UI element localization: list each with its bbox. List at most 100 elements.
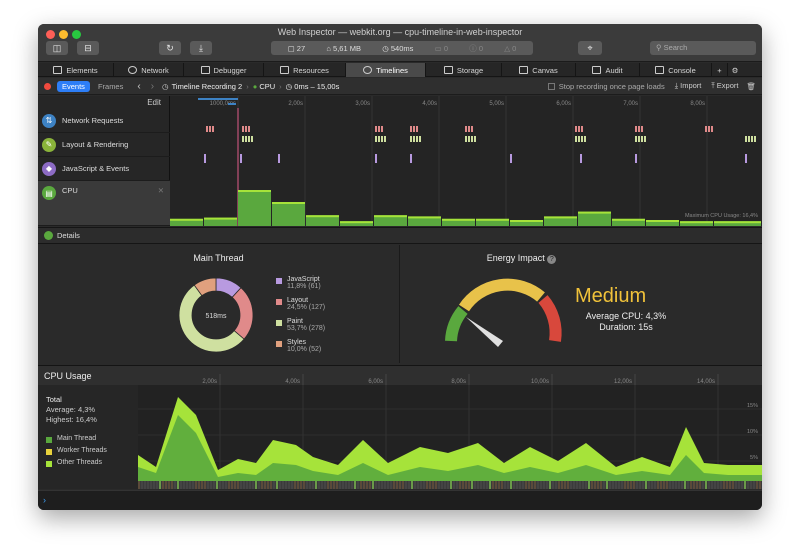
event-stripe-mark: [573, 481, 575, 489]
event-stripe-mark: [216, 481, 218, 489]
tab-resources[interactable]: Resources: [264, 63, 346, 77]
tab-elements[interactable]: Elements: [38, 63, 114, 77]
console-prompt[interactable]: ›: [38, 490, 762, 510]
energy-title: Energy Impact ?: [341, 253, 702, 264]
event-stripe-mark: [693, 481, 695, 489]
energy-duration: Duration: 15s: [571, 322, 681, 332]
stop-recording-checkbox[interactable]: [548, 83, 555, 90]
tab-timelines[interactable]: Timelines: [346, 63, 426, 77]
event-stripe-mark: [282, 481, 284, 489]
event-stripe-mark: [660, 481, 662, 489]
ruler-tick-label: 5,00s: [489, 101, 504, 107]
event-stripe-mark: [249, 481, 251, 489]
title-bar: Web Inspector — webkit.org — cpu-timelin…: [38, 24, 762, 62]
tab-debugger[interactable]: Debugger: [184, 63, 264, 77]
download-icon[interactable]: ⤓: [190, 41, 212, 55]
event-stripe-mark: [516, 481, 518, 489]
cpu-usage-chart[interactable]: 15%10%5%: [138, 385, 762, 489]
tab-console[interactable]: Console: [640, 63, 712, 77]
dock-bottom-icon[interactable]: ⊟: [77, 41, 99, 55]
event-stripe-mark: [657, 481, 659, 489]
event-stripe-mark: [456, 481, 458, 489]
event-stripe-mark: [351, 481, 353, 489]
edit-button[interactable]: Edit: [147, 98, 161, 107]
event-stripe-mark: [735, 481, 737, 489]
network-bar: [228, 103, 236, 105]
event-stripe-mark: [594, 481, 596, 489]
event-stripe-mark: [606, 481, 608, 489]
row-label: JavaScript & Events: [62, 164, 129, 173]
event-stripe-mark: [519, 481, 521, 489]
layout-mark: [212, 126, 214, 132]
paint-mark: [471, 136, 473, 142]
event-stripe-mark: [384, 481, 386, 489]
forward-arrow-icon[interactable]: ›: [151, 81, 154, 92]
layout-mark: [581, 126, 583, 132]
timeline-row-network[interactable]: ⇅ Network Requests: [38, 109, 170, 133]
event-stripe-mark: [447, 481, 449, 489]
event-stripe-mark: [690, 481, 692, 489]
row-label: Network Requests: [62, 116, 123, 125]
event-stripe-mark: [153, 481, 155, 489]
event-stripe-mark: [633, 481, 635, 489]
event-stripe-mark: [528, 481, 530, 489]
paint-mark: [251, 136, 253, 142]
timeline-row-javascript[interactable]: ◆ JavaScript & Events: [38, 157, 170, 181]
cpu-breadcrumb[interactable]: ● CPU: [253, 82, 275, 91]
details-header[interactable]: Details: [38, 227, 762, 244]
add-tab-icon[interactable]: +: [712, 63, 728, 77]
frames-toggle[interactable]: Frames: [98, 82, 123, 91]
event-stripe-mark: [204, 481, 206, 489]
event-stripe-mark: [228, 481, 230, 489]
clear-trash-icon[interactable]: 🗑: [746, 82, 756, 91]
event-stripe-mark: [531, 481, 533, 489]
back-arrow-icon[interactable]: ‹: [137, 81, 140, 92]
event-stripe-mark: [279, 481, 281, 489]
export-button[interactable]: ⤒ Export: [711, 81, 738, 91]
paint-mark: [375, 136, 377, 142]
cpu-overview-bar-top: [646, 220, 679, 222]
layout-mark: [471, 126, 473, 132]
import-button[interactable]: ⤓ Import: [675, 81, 702, 91]
resource-stats[interactable]: ▢ 27 ⌂ 5,61 MB ◷ 540ms ▭ 0 ⓘ 0 △ 0: [271, 41, 533, 55]
event-stripe-mark: [549, 481, 551, 489]
breadcrumb-separator-icon: ›: [279, 82, 282, 91]
event-stripe-mark: [141, 481, 143, 489]
event-stripe-mark: [324, 481, 326, 489]
tab-storage[interactable]: Storage: [426, 63, 502, 77]
recording-breadcrumb[interactable]: Timeline Recording 2: [172, 82, 243, 91]
event-stripe-mark: [729, 481, 731, 489]
event-stripe-mark: [708, 481, 710, 489]
event-stripe-mark: [360, 481, 362, 489]
event-stripe-mark: [375, 481, 377, 489]
range-breadcrumb[interactable]: ◷ 0ms – 15,00s: [286, 82, 340, 91]
cpu-overview-bar: [272, 202, 305, 226]
timeline-row-layout[interactable]: ✎ Layout & Rendering: [38, 133, 170, 157]
storage-icon: [444, 66, 453, 74]
help-icon[interactable]: ?: [547, 255, 556, 264]
timeline-row-cpu[interactable]: ▤ CPU ✕: [38, 181, 170, 226]
cpu-overview-bar: [578, 212, 611, 226]
record-button[interactable]: [44, 83, 51, 90]
ruler-tick-label: 3,00s: [355, 101, 370, 107]
javascript-mark: [510, 154, 512, 163]
close-row-icon[interactable]: ✕: [158, 186, 164, 195]
crosshair-icon[interactable]: ⌖: [578, 41, 602, 55]
paint-mark: [581, 136, 583, 142]
tab-canvas[interactable]: Canvas: [502, 63, 576, 77]
search-input[interactable]: ⚲ Search: [650, 41, 756, 55]
paint-mark: [416, 136, 418, 142]
tab-audit[interactable]: Audit: [576, 63, 640, 77]
event-stripe-mark: [309, 481, 311, 489]
event-stripe-mark: [711, 481, 713, 489]
events-toggle[interactable]: Events: [57, 81, 90, 92]
resources-count: ▢ 27: [288, 44, 306, 53]
settings-gear-icon[interactable]: ⚙: [728, 63, 742, 77]
tab-network[interactable]: Network: [114, 63, 184, 77]
dock-side-icon[interactable]: ◫: [46, 41, 68, 55]
ruler-tick-label: 2,00s: [288, 101, 303, 107]
timeline-overview[interactable]: 1000,0ms2,00s3,00s4,00s5,00s6,00s7,00s8,…: [170, 96, 762, 226]
reload-icon[interactable]: ↻: [159, 41, 181, 55]
event-stripe-mark: [372, 481, 374, 489]
event-stripe-mark: [183, 481, 185, 489]
